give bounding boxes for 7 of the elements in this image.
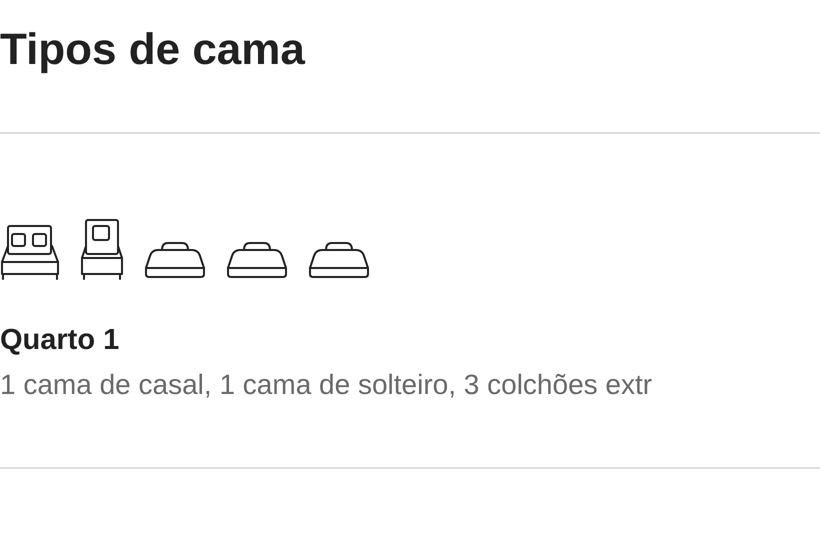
mattress-icon	[226, 240, 288, 280]
single-bed-icon	[80, 218, 124, 280]
mattress-icon	[308, 240, 370, 280]
bed-summary: 1 cama de casal, 1 cama de solteiro, 3 colchões extr	[0, 371, 652, 399]
section-title: Tipos de cama	[0, 24, 305, 72]
mattress-icon	[144, 240, 206, 280]
room-name: Quarto 1	[0, 326, 120, 355]
